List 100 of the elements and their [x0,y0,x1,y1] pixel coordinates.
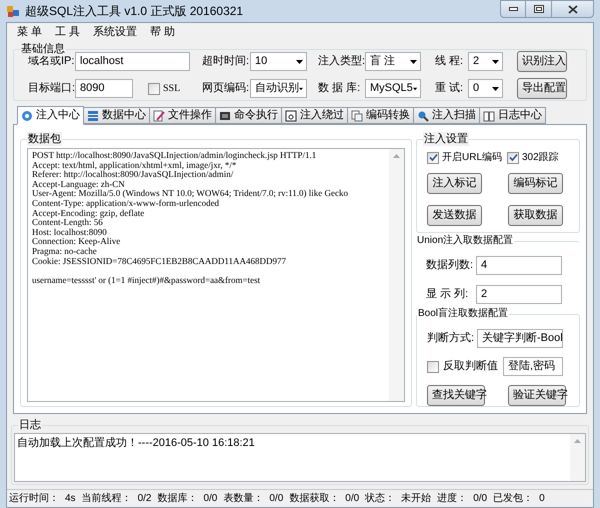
pencil-icon [153,110,165,122]
list-icon [87,110,99,122]
field-label: 线 程: [435,54,464,70]
book-icon [483,110,495,122]
dropdown[interactable]: 0 [468,79,503,98]
checkbox[interactable] [507,152,519,164]
tab[interactable]: 注入绕过 [281,107,348,124]
maximize-icon [534,5,544,13]
dropdown[interactable]: 10 [250,52,307,71]
field-label: 数 据 库: [318,80,362,96]
status-value: 0/2 [138,492,152,506]
text-area[interactable]: 自动加载上次配置成功！----2016-05-10 16:18:21 [14,433,586,482]
button[interactable]: 识别注入 [517,51,567,72]
group-title: 日志 [18,418,42,432]
input-field[interactable]: 登陆,密码 [503,357,563,376]
log-text: 自动加载上次配置成功！----2016-05-10 16:18:21 [16,436,256,451]
dropdown[interactable]: 盲 注 [365,52,421,71]
maximize-button[interactable] [526,0,551,18]
caret-icon [299,86,303,90]
field-label: 判断方式: [427,330,476,346]
gear-icon [21,110,33,122]
minimize-icon [508,7,518,11]
caret-icon [410,60,417,64]
field-label: 目标端口: [28,81,75,96]
button[interactable]: 编码标记 [508,173,563,194]
scrollbar[interactable] [570,434,585,481]
caret-icon [492,86,499,90]
menu-item[interactable]: 工 具 [55,24,80,40]
tab[interactable]: 数据中心 [83,107,150,124]
input-field[interactable]: 2 [476,284,562,304]
window-title: 超级SQL注入工具 v1.0 正式版 20160321 [25,3,244,20]
scrollbar[interactable] [389,149,404,401]
status-label: 已发包： [493,492,534,506]
packet-text: POST http://localhost:8090/JavaSQLInjection/admin/logincheck.jsp HTTP/1.1 Accept: text/html, application/xhtml+xml, image/jxr, */* Referer: http://localhost:8090/JavaSQLInjection/admin/ Accept-Language: zh-CN User-Agent: Mozilla/5.0 (Windows NT 10.0; WOW64; Trident/7.0; rv:11.0) like Gecko Content-Type: application/x-www-form-urlencoded Accept-Encoding: gzip, deflate Content-Length: 56 Host: localhost:8090 Connection: Keep-Alive Pragma: no-cache Cookie: JSESSIONID=78C4695FC1EB2B8CAADD11AA468DD977 username=tesssst' or (1=1 #inject#)#&password=aa&from=test [31,149,350,287]
close-icon [568,4,578,14]
field-label: 注入类型: [318,54,365,70]
status-label: 运行时间： [9,492,59,506]
status-label: 数据获取： [289,492,340,506]
tab[interactable]: 注入扫描 [413,107,480,124]
button[interactable]: 获取数据 [508,205,563,226]
caret-icon [296,60,303,64]
tab[interactable]: 文件操作 [149,107,216,124]
menu-item[interactable]: 帮 助 [150,24,176,40]
input-field[interactable]: 4 [476,256,562,275]
status-label: 进度： [437,492,468,506]
dropdown[interactable]: 关键字判断-Bool [477,329,563,348]
group-title: 数据包 [27,132,62,146]
tab[interactable]: 注入中心 [17,106,84,125]
status-value: 0/0 [473,492,488,506]
button[interactable]: 查找关键字 [427,385,485,406]
status-value: 4s [65,492,76,506]
button[interactable]: 验证关键字 [508,385,566,406]
scroll-up-icon [393,154,400,158]
field-label: 重 试: [435,81,464,96]
checkbox-label[interactable]: 反取判断值 [443,358,498,375]
tab[interactable]: 命令执行 [215,107,282,124]
dropdown[interactable]: MySQL5 [365,79,421,98]
document-icon [285,110,297,122]
group-title: 基础信息 [20,42,66,56]
checkbox-label[interactable]: 302跟踪 [522,150,559,165]
status-value: 0/0 [269,492,284,506]
menu-item[interactable]: 菜 单 [17,24,42,40]
status-value: 0 [539,492,545,506]
status-value: 未开始 [401,492,432,506]
status-label: 当前线程： [82,492,132,506]
field-label: 数据列数: [426,258,474,273]
field-label: 超时时间: [202,54,250,70]
search-icon [417,110,429,122]
dropdown[interactable]: 自动识别 [250,79,307,98]
input-field[interactable]: localhost [75,52,190,71]
dropdown[interactable]: 2 [468,52,503,71]
checkbox[interactable] [148,82,160,94]
caret-icon [412,86,417,90]
group-title: 注入设置 [423,132,469,146]
status-label: 数据库： [157,492,198,506]
field-label: 显 示 列: [426,286,470,302]
app-icon [6,4,20,18]
terminal-icon [219,110,231,122]
status-label: 表数量： [223,492,264,506]
button[interactable]: 导出配置 [517,78,567,99]
close-button[interactable] [551,0,594,18]
field-label: 网页编码: [202,81,250,96]
tab[interactable]: 日志中心 [479,107,546,124]
scroll-up-icon [574,439,581,443]
checkbox-label[interactable]: 开启URL编码 [442,150,502,165]
pages-icon [351,110,363,122]
status-value: 0/0 [345,492,360,506]
button[interactable]: 注入标记 [427,173,482,194]
status-label: 状态： [365,492,396,506]
input-field[interactable]: 8090 [75,79,133,98]
status-value: 0/0 [203,492,218,506]
checkbox[interactable] [427,360,439,372]
field-label: 域名或IP: [28,54,75,70]
tab[interactable]: 编码转换 [347,107,414,124]
checkbox-label[interactable]: SSL [163,81,180,96]
button[interactable]: 发送数据 [427,205,482,226]
menu-item[interactable]: 系统设置 [93,24,138,40]
caret-icon [492,60,499,64]
minimize-button[interactable] [500,0,526,18]
checkbox[interactable] [427,152,439,164]
